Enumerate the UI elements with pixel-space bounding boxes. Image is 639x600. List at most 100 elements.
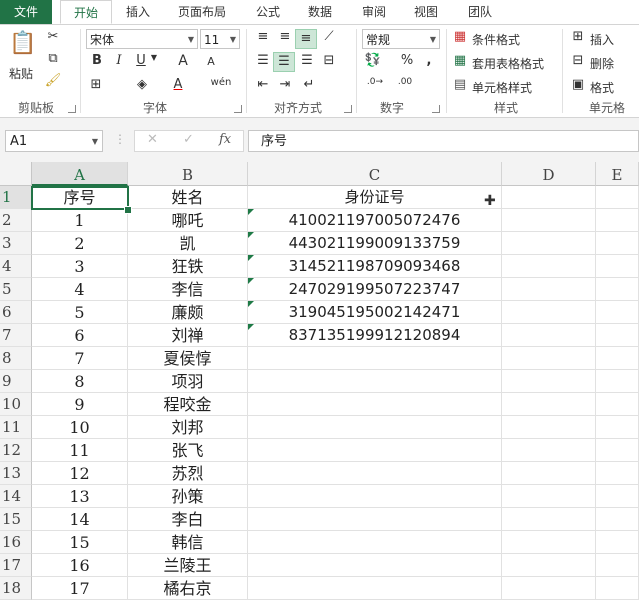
- column-header-c[interactable]: C: [248, 162, 502, 186]
- cell-e[interactable]: [596, 186, 639, 209]
- cell-a[interactable]: 14: [32, 508, 128, 531]
- cell-d[interactable]: [502, 485, 596, 508]
- cell-a[interactable]: 9: [32, 393, 128, 416]
- cell-a[interactable]: 8: [32, 370, 128, 393]
- cell-d[interactable]: [502, 232, 596, 255]
- font-size-combo[interactable]: 11 ▼: [200, 29, 240, 49]
- font-name-combo[interactable]: 宋体 ▼: [86, 29, 198, 49]
- tab-view[interactable]: 视图: [404, 0, 448, 24]
- error-indicator-icon[interactable]: [248, 232, 254, 238]
- cell-d[interactable]: [502, 439, 596, 462]
- name-box[interactable]: A1 ▼: [5, 130, 103, 152]
- insert-cells-button[interactable]: 插入: [590, 31, 614, 48]
- fill-color-icon[interactable]: ◈: [134, 77, 150, 92]
- column-header-d[interactable]: D: [502, 162, 596, 186]
- cell-a[interactable]: 10: [32, 416, 128, 439]
- underline-icon[interactable]: U: [134, 53, 148, 68]
- align-right-icon[interactable]: ☰: [298, 53, 316, 68]
- cell-d[interactable]: [502, 508, 596, 531]
- cell-b[interactable]: 刘禅: [128, 324, 248, 347]
- column-header-b[interactable]: B: [128, 162, 248, 186]
- cell-b[interactable]: 韩信: [128, 531, 248, 554]
- delete-cells-button[interactable]: 删除: [590, 55, 614, 72]
- italic-icon[interactable]: I: [112, 53, 126, 68]
- cell-b[interactable]: 项羽: [128, 370, 248, 393]
- alignment-launcher-icon[interactable]: [344, 105, 352, 113]
- wrap-text-icon[interactable]: ↵: [300, 77, 318, 92]
- cell-e[interactable]: [596, 255, 639, 278]
- clipboard-launcher-icon[interactable]: [68, 105, 76, 113]
- cell-c[interactable]: [248, 577, 502, 600]
- orientation-icon[interactable]: ⟋: [320, 29, 338, 44]
- row-header[interactable]: 14: [0, 485, 32, 508]
- format-painter-icon[interactable]: 🖌: [44, 73, 62, 88]
- cell-a[interactable]: 1: [32, 209, 128, 232]
- tab-file[interactable]: 文件: [0, 0, 52, 24]
- cell-a[interactable]: 13: [32, 485, 128, 508]
- cell-d[interactable]: [502, 577, 596, 600]
- cell-e[interactable]: [596, 577, 639, 600]
- error-indicator-icon[interactable]: [248, 209, 254, 215]
- cell-d[interactable]: [502, 370, 596, 393]
- row-header[interactable]: 5: [0, 278, 32, 301]
- cell-b[interactable]: 张飞: [128, 439, 248, 462]
- cell-e[interactable]: [596, 324, 639, 347]
- row-header[interactable]: 7: [0, 324, 32, 347]
- phonetic-icon[interactable]: wén: [208, 77, 234, 88]
- cell-c[interactable]: 247029199507223747: [248, 278, 502, 301]
- cell-e[interactable]: [596, 485, 639, 508]
- cell-b[interactable]: 兰陵王: [128, 554, 248, 577]
- cell-e[interactable]: [596, 554, 639, 577]
- cell-b[interactable]: 苏烈: [128, 462, 248, 485]
- row-header[interactable]: 16: [0, 531, 32, 554]
- cell-c[interactable]: [248, 485, 502, 508]
- cell-a[interactable]: 5: [32, 301, 128, 324]
- paste-icon[interactable]: 📋: [8, 31, 38, 61]
- copy-icon[interactable]: ⧉: [44, 51, 62, 66]
- cell-e[interactable]: [596, 508, 639, 531]
- error-indicator-icon[interactable]: [248, 301, 254, 307]
- cell-d[interactable]: [502, 416, 596, 439]
- font-color-icon[interactable]: A: [170, 77, 186, 92]
- cell-d[interactable]: [502, 186, 596, 209]
- cell-b[interactable]: 刘邦: [128, 416, 248, 439]
- font-launcher-icon[interactable]: [234, 105, 242, 113]
- tab-formulas[interactable]: 公式: [246, 0, 290, 24]
- cell-a[interactable]: 4: [32, 278, 128, 301]
- cell-a[interactable]: 16: [32, 554, 128, 577]
- decrease-indent-icon[interactable]: ⇤: [254, 77, 272, 92]
- cell-b[interactable]: 夏侯惇: [128, 347, 248, 370]
- cell-a[interactable]: 15: [32, 531, 128, 554]
- decrease-decimal-icon[interactable]: .00: [394, 77, 416, 87]
- cell-c[interactable]: [248, 416, 502, 439]
- cell-b[interactable]: 孙策: [128, 485, 248, 508]
- cell-c[interactable]: [248, 347, 502, 370]
- cell-b[interactable]: 姓名: [128, 186, 248, 209]
- cell-a[interactable]: 12: [32, 462, 128, 485]
- cell-a[interactable]: 2: [32, 232, 128, 255]
- cell-c[interactable]: 837135199912120894: [248, 324, 502, 347]
- cell-a[interactable]: 11: [32, 439, 128, 462]
- cell-e[interactable]: [596, 301, 639, 324]
- cell-e[interactable]: [596, 416, 639, 439]
- grow-font-icon[interactable]: A: [176, 53, 190, 69]
- cell-e[interactable]: [596, 531, 639, 554]
- cell-d[interactable]: [502, 554, 596, 577]
- cell-e[interactable]: [596, 370, 639, 393]
- format-cells-button[interactable]: 格式: [590, 79, 614, 96]
- tab-page-layout[interactable]: 页面布局: [170, 0, 234, 24]
- cell-c[interactable]: 410021197005072476: [248, 209, 502, 232]
- row-header[interactable]: 2: [0, 209, 32, 232]
- column-header-a[interactable]: A: [32, 162, 128, 186]
- cell-a[interactable]: 7: [32, 347, 128, 370]
- cell-d[interactable]: [502, 462, 596, 485]
- number-launcher-icon[interactable]: [432, 105, 440, 113]
- tab-home[interactable]: 开始: [60, 0, 112, 24]
- cell-c[interactable]: 443021199009133759: [248, 232, 502, 255]
- align-middle-icon[interactable]: ≡: [276, 29, 294, 44]
- row-header[interactable]: 3: [0, 232, 32, 255]
- cell-d[interactable]: [502, 531, 596, 554]
- cell-e[interactable]: [596, 278, 639, 301]
- cancel-icon[interactable]: ✕: [147, 132, 158, 147]
- cell-b[interactable]: 橘右京: [128, 577, 248, 600]
